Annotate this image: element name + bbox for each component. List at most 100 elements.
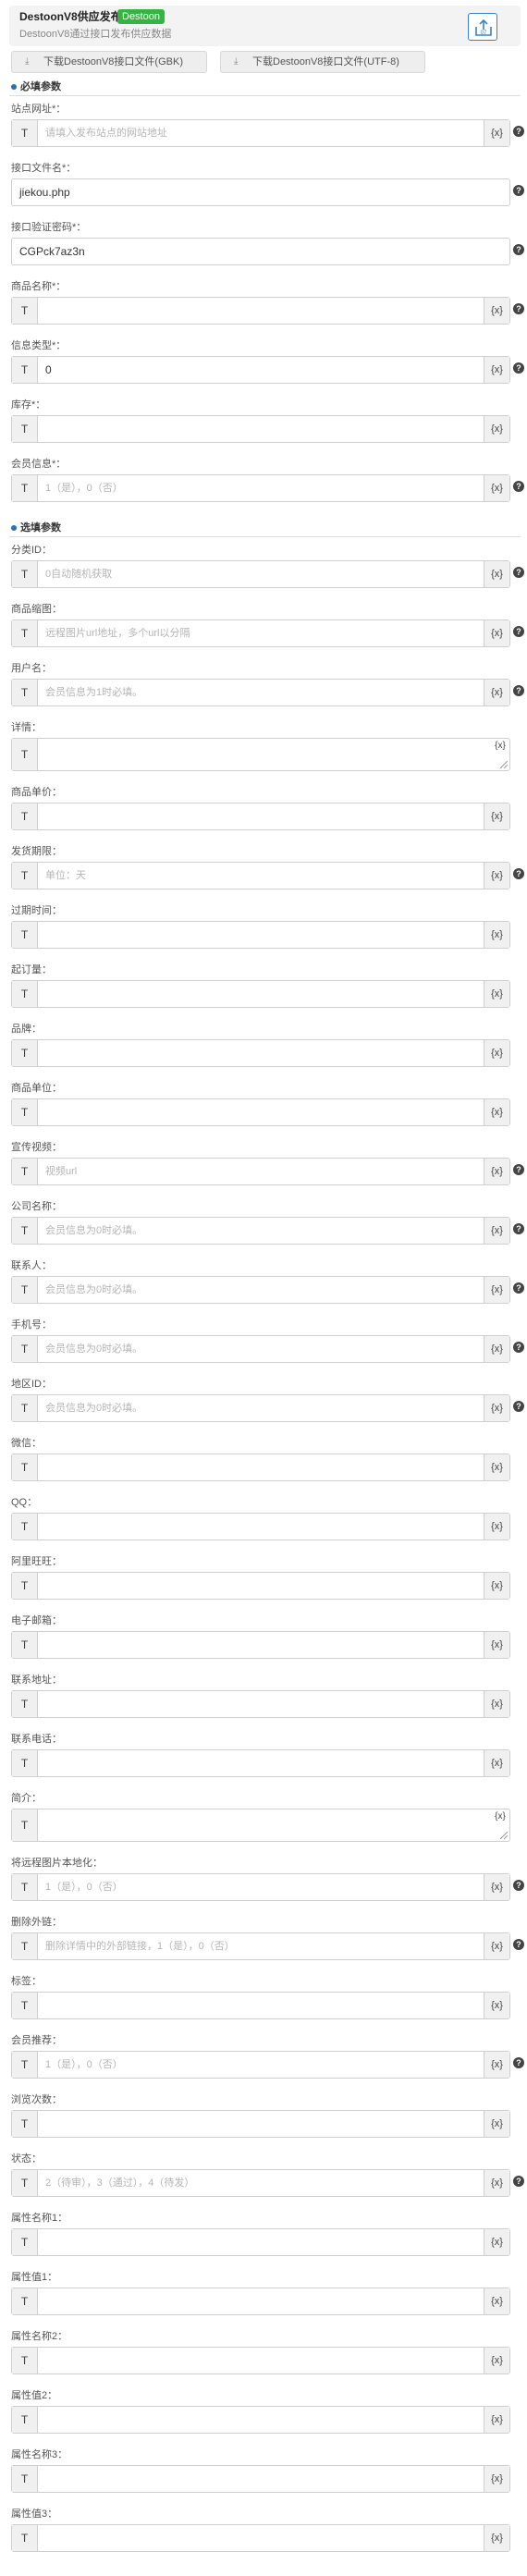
insert-variable-button[interactable]: {x}	[484, 2111, 509, 2137]
text-input[interactable]: T 单位：天 {x}	[11, 862, 510, 889]
text-input[interactable]: T 0 {x}	[11, 356, 510, 384]
help-icon[interactable]: ?	[513, 1282, 524, 1294]
help-icon[interactable]: ?	[513, 185, 524, 196]
resize-handle-icon[interactable]	[500, 761, 508, 768]
help-icon[interactable]: ?	[513, 303, 524, 314]
help-icon[interactable]: ?	[513, 2176, 524, 2187]
text-input[interactable]: T {x}	[11, 2110, 510, 2138]
insert-variable-button[interactable]: {x}	[484, 1395, 509, 1421]
text-input[interactable]: T {x}	[11, 2406, 510, 2434]
insert-variable-button[interactable]: {x}	[484, 2466, 509, 2492]
insert-variable-button[interactable]: {x}	[484, 1277, 509, 1303]
help-icon[interactable]: ?	[513, 362, 524, 374]
insert-variable-button[interactable]: {x}	[484, 922, 509, 948]
insert-variable-button[interactable]: {x}	[484, 416, 509, 442]
text-input[interactable]: T {x}	[11, 1572, 510, 1600]
text-input[interactable]: T {x}	[11, 415, 510, 443]
text-input[interactable]: T {x}	[11, 803, 510, 830]
help-icon[interactable]: ?	[513, 244, 524, 255]
text-input[interactable]: T 远程图片url地址，多个url以分隔 {x}	[11, 619, 510, 647]
insert-variable-button[interactable]: {x}	[484, 357, 509, 383]
text-input[interactable]: T {x}	[11, 1098, 510, 1126]
insert-variable-button[interactable]: {x}	[484, 680, 509, 705]
insert-variable-button[interactable]: {x}	[484, 2052, 509, 2078]
text-input[interactable]: T {x}	[11, 921, 510, 949]
text-input[interactable]: T 1（是），0（否） {x}	[11, 2051, 510, 2079]
help-icon[interactable]: ?	[513, 1401, 524, 1412]
insert-variable-button[interactable]: {x}	[484, 863, 509, 889]
text-input[interactable]: T {x}	[11, 1513, 510, 1540]
text-input[interactable]: T 删除详情中的外部链接，1（是），0（否） {x}	[11, 1932, 510, 1960]
text-input[interactable]: T 会员信息为0时必填。 {x}	[11, 1217, 510, 1245]
help-icon[interactable]: ?	[513, 868, 524, 879]
download-gbk-button[interactable]: ⤓ 下载DestoonV8接口文件(GBK)	[11, 51, 207, 73]
text-input[interactable]: T {x}	[11, 1631, 510, 1659]
textarea-field[interactable]: T {x}	[11, 1809, 510, 1842]
help-icon[interactable]: ?	[513, 1223, 524, 1234]
insert-variable-button[interactable]: {x}	[484, 1099, 509, 1125]
insert-variable-button[interactable]: {x}	[484, 298, 509, 324]
text-input[interactable]: T 1（是），0（否） {x}	[11, 474, 510, 502]
share-button[interactable]: 07	[468, 13, 497, 41]
insert-variable-button[interactable]: {x}	[484, 1993, 509, 2018]
help-icon[interactable]: ?	[513, 2057, 524, 2068]
insert-variable-button[interactable]: {x}	[484, 1040, 509, 1066]
help-icon[interactable]: ?	[513, 481, 524, 492]
insert-variable-button[interactable]: {x}	[484, 1874, 509, 1900]
text-input[interactable]: T {x}	[11, 1454, 510, 1481]
insert-variable-button[interactable]: {x}	[484, 1218, 509, 1244]
text-input[interactable]: T 1（是），0（否） {x}	[11, 1873, 510, 1901]
insert-variable-button[interactable]: {x}	[484, 2348, 509, 2374]
insert-variable-button[interactable]: {x}	[484, 1454, 509, 1480]
insert-variable-button[interactable]: {x}	[484, 1573, 509, 1599]
insert-variable-button[interactable]: {x}	[484, 2229, 509, 2255]
text-input[interactable]: T 会员信息为0时必填。 {x}	[11, 1394, 510, 1422]
text-input[interactable]: T 会员信息为1时必填。 {x}	[11, 679, 510, 706]
text-input[interactable]: T {x}	[11, 980, 510, 1008]
text-input[interactable]: T {x}	[11, 1039, 510, 1067]
text-input[interactable]: T 会员信息为0时必填。 {x}	[11, 1335, 510, 1363]
text-input[interactable]: T {x}	[11, 2524, 510, 2552]
insert-variable-button[interactable]: {x}	[484, 1691, 509, 1717]
text-input[interactable]: T {x}	[11, 2347, 510, 2374]
help-icon[interactable]: ?	[513, 1342, 524, 1353]
text-input[interactable]: T 请填入发布站点的网站地址 {x}	[11, 119, 510, 147]
insert-variable-button[interactable]: {x}	[484, 2288, 509, 2314]
insert-variable-button[interactable]: {x}	[484, 475, 509, 501]
text-input[interactable]: T 0自动随机获取 {x}	[11, 560, 510, 588]
insert-variable-button[interactable]: {x}	[484, 2407, 509, 2433]
insert-variable-button[interactable]: {x}	[484, 1750, 509, 1776]
insert-variable-button[interactable]: {x}	[484, 1159, 509, 1184]
text-input[interactable]: T 视频url {x}	[11, 1158, 510, 1185]
text-input[interactable]: T {x}	[11, 1992, 510, 2019]
text-input[interactable]: T 2（待审），3（通过），4（待发） {x}	[11, 2169, 510, 2197]
insert-variable-button[interactable]: {x}	[484, 120, 509, 146]
text-input[interactable]: T {x}	[11, 1690, 510, 1718]
insert-variable-button[interactable]: {x}	[484, 2170, 509, 2196]
text-input[interactable]: jiekou.php	[11, 178, 510, 206]
insert-variable-button[interactable]: {x}	[484, 1514, 509, 1539]
text-input[interactable]: T {x}	[11, 2228, 510, 2256]
text-input[interactable]: T {x}	[11, 297, 510, 325]
help-icon[interactable]: ?	[513, 126, 524, 137]
help-icon[interactable]: ?	[513, 1164, 524, 1175]
insert-variable-button[interactable]: {x}	[484, 561, 509, 587]
insert-variable-button[interactable]: {x}	[493, 740, 508, 753]
help-icon[interactable]: ?	[513, 1939, 524, 1950]
insert-variable-button[interactable]: {x}	[484, 1632, 509, 1658]
insert-variable-button[interactable]: {x}	[484, 803, 509, 829]
download-utf8-button[interactable]: ⤓ 下载DestoonV8接口文件(UTF-8)	[220, 51, 425, 73]
insert-variable-button[interactable]: {x}	[493, 1810, 508, 1823]
text-input[interactable]: CGPck7az3n	[11, 238, 510, 265]
text-input[interactable]: T {x}	[11, 1749, 510, 1777]
insert-variable-button[interactable]: {x}	[484, 620, 509, 646]
resize-handle-icon[interactable]	[500, 1832, 508, 1839]
insert-variable-button[interactable]: {x}	[484, 2525, 509, 2551]
help-icon[interactable]: ?	[513, 1880, 524, 1891]
text-input[interactable]: T {x}	[11, 2465, 510, 2493]
insert-variable-button[interactable]: {x}	[484, 1336, 509, 1362]
insert-variable-button[interactable]: {x}	[484, 1933, 509, 1959]
help-icon[interactable]: ?	[513, 626, 524, 637]
help-icon[interactable]: ?	[513, 685, 524, 696]
help-icon[interactable]: ?	[513, 567, 524, 578]
